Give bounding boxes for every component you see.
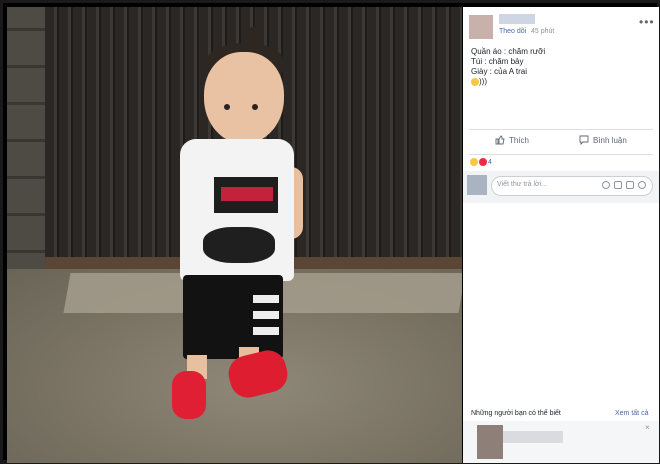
- camera-icon[interactable]: [614, 181, 622, 189]
- caption-line: Giày : của A trai: [471, 67, 528, 76]
- post-timestamp[interactable]: 45 phút: [531, 28, 554, 35]
- follow-link[interactable]: Theo dõi: [499, 28, 526, 35]
- child-eye: [224, 104, 230, 110]
- like-label: Thích: [509, 135, 530, 145]
- caption-line-text: ))): [479, 77, 487, 86]
- more-options-icon[interactable]: •••: [639, 15, 655, 29]
- comment-label: Bình luận: [593, 135, 627, 145]
- gif-icon[interactable]: [626, 181, 634, 189]
- love-reaction-icon: [479, 158, 487, 166]
- post-photo[interactable]: [7, 7, 462, 463]
- child-hair-bun: [245, 27, 261, 47]
- poster-name-blurred[interactable]: [499, 14, 535, 24]
- haha-reaction-icon: [470, 158, 478, 166]
- sticker-icon[interactable]: [638, 181, 646, 189]
- post-caption: Quần áo : chăm rưỡi Túi : chăm bảy Giày …: [471, 47, 545, 87]
- caption-line: Túi : chăm bảy: [471, 57, 524, 66]
- emoji-icon[interactable]: [602, 181, 610, 189]
- caption-line: ))): [471, 77, 545, 87]
- child-head: [204, 52, 284, 144]
- photo-viewer: Theo dõi 45 phút ••• Quần áo : chăm rưỡi…: [3, 3, 659, 463]
- like-button[interactable]: Thích: [495, 135, 529, 145]
- see-all-link[interactable]: Xem tất cả: [615, 410, 648, 417]
- action-bar: Thích Bình luận: [469, 131, 653, 153]
- shirt-print-logo: [221, 187, 273, 201]
- brick-wall: [7, 7, 45, 287]
- belt-bag: [203, 227, 275, 263]
- reaction-count: 4: [488, 158, 492, 166]
- shorts-stripe: [253, 311, 279, 319]
- divider: [469, 129, 653, 130]
- speech-bubble-icon: [579, 135, 589, 145]
- thumbs-up-icon: [495, 135, 505, 145]
- laughing-emoji-icon: [471, 77, 479, 86]
- comment-tools: [602, 181, 646, 189]
- comment-placeholder: Viết thư trả lời...: [497, 181, 547, 188]
- child-shorts: [183, 275, 283, 359]
- people-you-may-know-title: Những người bạn có thể biết: [471, 410, 561, 417]
- reactions-summary[interactable]: 4: [470, 158, 492, 166]
- friend-avatar[interactable]: [477, 425, 503, 459]
- post-sidebar: Theo dõi 45 phút ••• Quần áo : chăm rưỡi…: [463, 7, 659, 463]
- comment-button[interactable]: Bình luận: [579, 135, 627, 145]
- user-avatar: [467, 175, 487, 195]
- friend-name-blurred[interactable]: [503, 431, 563, 443]
- child-eye: [252, 104, 258, 110]
- shorts-stripe: [253, 295, 279, 303]
- close-icon[interactable]: ×: [645, 423, 650, 432]
- divider: [469, 154, 653, 155]
- comment-input[interactable]: Viết thư trả lời...: [491, 176, 653, 196]
- caption-line: Quần áo : chăm rưỡi: [471, 47, 546, 56]
- shorts-stripe: [253, 327, 279, 335]
- red-shoe: [172, 371, 206, 419]
- poster-avatar[interactable]: [469, 15, 493, 39]
